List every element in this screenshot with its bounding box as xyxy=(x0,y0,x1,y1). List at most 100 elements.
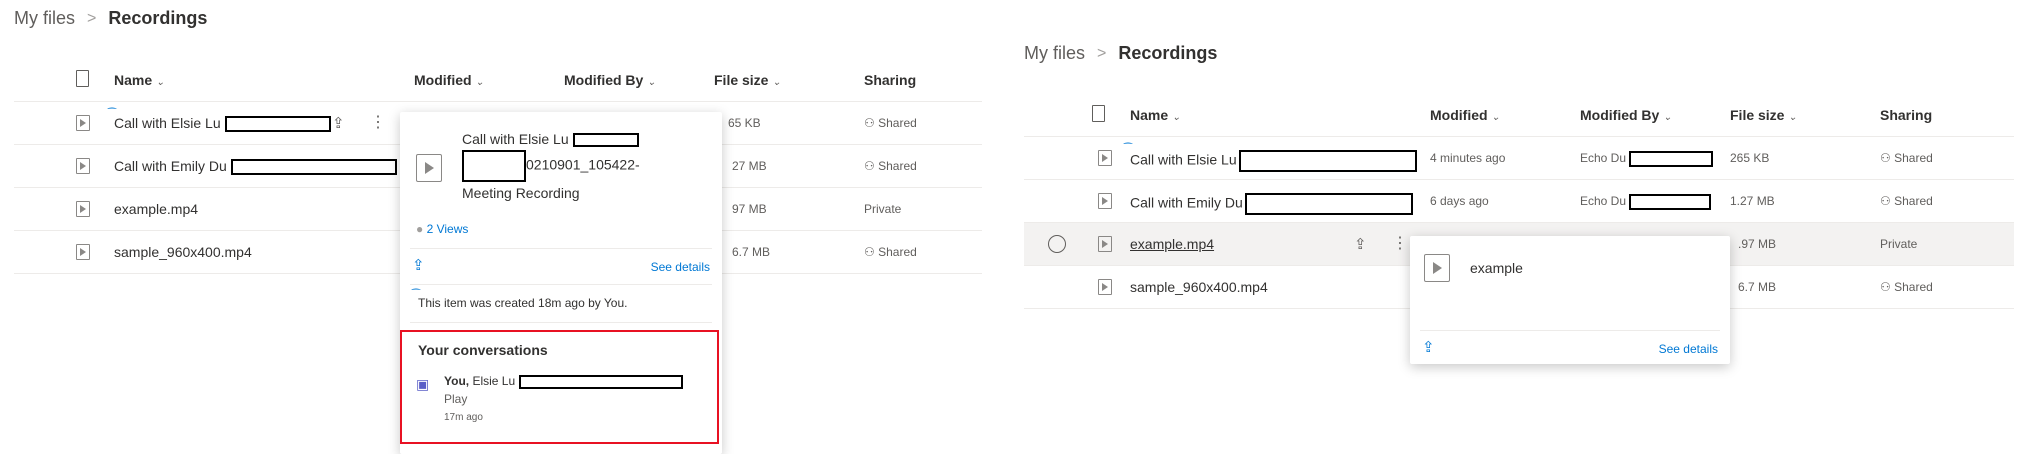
hovercard-title[interactable]: example xyxy=(1470,260,1523,276)
sharing-status: Private xyxy=(864,202,902,216)
breadcrumb-root[interactable]: My files xyxy=(1024,43,1085,64)
see-details-link[interactable]: See details xyxy=(651,260,710,274)
column-sharing[interactable]: Sharing xyxy=(864,72,916,88)
file-size: 27 MB xyxy=(732,159,767,173)
file-name[interactable]: example.mp4 xyxy=(1130,236,1214,252)
conversations-heading: Your conversations xyxy=(418,342,548,358)
views-link[interactable]: ● 2 Views xyxy=(416,222,468,236)
file-hovercard: example ⇪ See details xyxy=(1410,236,1730,364)
file-size: 97 MB xyxy=(732,202,767,216)
breadcrumb-current: Recordings xyxy=(108,8,208,28)
chevron-down-icon: ⌄ xyxy=(1663,112,1672,123)
shared-status: ⚇ Shared xyxy=(864,159,917,173)
shared-status: ⚇ Shared xyxy=(1880,151,1933,165)
redaction-box xyxy=(1629,151,1714,167)
column-file-size[interactable]: File size ⌄ xyxy=(1730,107,1797,123)
column-modified[interactable]: Modified ⌄ xyxy=(1430,107,1500,123)
breadcrumb-separator: > xyxy=(87,9,97,27)
column-modified-by[interactable]: Modified By ⌄ xyxy=(564,72,656,88)
redaction-box xyxy=(1244,193,1413,215)
file-size: 1.27 MB xyxy=(1730,194,1775,208)
redaction-box xyxy=(462,150,526,182)
more-options-icon[interactable]: ⋮ xyxy=(370,112,386,132)
video-file-icon xyxy=(76,201,90,217)
file-name[interactable]: Call with Emily Du xyxy=(114,158,397,176)
right-pane: My files > Recordings Name ⌄ Modified ⌄ Mo… xyxy=(1010,0,2032,454)
breadcrumb-current: Recordings xyxy=(1118,43,1218,63)
hovercard-title[interactable]: Call with Elsie Lu 0210901_105422- Meeti… xyxy=(462,128,712,204)
file-size: 265 KB xyxy=(1730,151,1770,165)
shared-status: ⚇ Shared xyxy=(864,116,917,130)
chevron-down-icon: ⌄ xyxy=(475,77,484,88)
video-file-icon xyxy=(76,115,90,131)
breadcrumb-root[interactable]: My files xyxy=(14,8,75,29)
share-icon[interactable]: ⇪ xyxy=(412,256,425,274)
video-file-icon xyxy=(1424,254,1450,282)
conversations-section: Your conversations ▣ You, Elsie Lu Play … xyxy=(400,330,719,444)
share-icon[interactable]: ⇪ xyxy=(332,114,345,132)
column-name[interactable]: Name ⌄ xyxy=(114,72,165,88)
video-file-icon xyxy=(1098,193,1112,209)
breadcrumb-separator: > xyxy=(1097,44,1107,62)
redaction-box xyxy=(230,159,397,176)
redaction-box xyxy=(1238,150,1417,172)
sharing-status: Private xyxy=(1880,237,1918,251)
column-modified[interactable]: Modified ⌄ xyxy=(414,72,484,88)
video-file-icon xyxy=(416,154,442,182)
column-header-row: Name ⌄ Modified ⌄ Modified By ⌄ File size ⌄ … xyxy=(1024,93,2014,137)
file-name[interactable]: example.mp4 xyxy=(114,201,198,217)
chevron-down-icon: ⌄ xyxy=(1491,112,1500,123)
video-file-icon xyxy=(76,244,90,260)
file-name[interactable]: sample_960x400.mp4 xyxy=(1130,279,1268,295)
file-size: .97 MB xyxy=(1738,237,1777,251)
column-header-row: Name ⌄ Modified ⌄ Modified By ⌄ File size ⌄ … xyxy=(14,58,982,102)
column-file-size[interactable]: File size ⌄ xyxy=(714,72,781,88)
modified-by: Echo Du xyxy=(1580,194,1712,210)
activity-text: This item was created 18m ago by You. xyxy=(418,296,628,310)
conversation-action: Play xyxy=(444,392,468,406)
redaction-box xyxy=(224,116,331,133)
chevron-down-icon: ⌄ xyxy=(1788,112,1797,123)
chevron-down-icon: ⌄ xyxy=(772,77,781,88)
chevron-down-icon: ⌄ xyxy=(156,77,165,88)
file-name[interactable]: Call with Emily Du xyxy=(1130,193,1413,215)
file-name[interactable]: Call with Elsie Lu xyxy=(114,115,331,133)
file-name[interactable]: Call with Elsie Lu xyxy=(1130,150,1417,172)
conversation-participants[interactable]: You, Elsie Lu xyxy=(444,374,683,389)
divider xyxy=(410,284,712,285)
see-details-link[interactable]: See details xyxy=(1659,342,1718,356)
column-sharing[interactable]: Sharing xyxy=(1880,107,1932,123)
file-size: 6.7 MB xyxy=(732,245,771,259)
column-modified-by[interactable]: Modified By ⌄ xyxy=(1580,107,1672,123)
person-icon: ● xyxy=(416,222,424,236)
table-row[interactable]: Call with Emily Du 6 days ago Echo Du 1.… xyxy=(1024,180,2014,223)
more-options-icon[interactable]: ⋮ xyxy=(1392,233,1408,253)
chevron-down-icon: ⌄ xyxy=(1172,112,1181,123)
video-file-icon xyxy=(1098,279,1112,295)
row-select-checkbox[interactable] xyxy=(1048,235,1066,253)
chevron-down-icon: ⌄ xyxy=(647,77,656,88)
share-icon[interactable]: ⇪ xyxy=(1422,338,1435,356)
column-name[interactable]: Name ⌄ xyxy=(1130,107,1181,123)
divider xyxy=(1420,330,1720,331)
file-size: 6.7 MB xyxy=(1738,280,1777,294)
redaction-box xyxy=(518,374,683,389)
redaction-box xyxy=(572,133,639,148)
redaction-box xyxy=(1629,194,1712,210)
shared-status: ⚇ Shared xyxy=(1880,194,1933,208)
table-row[interactable]: ⁀ Call with Elsie Lu 4 minutes ago Echo … xyxy=(1024,137,2014,180)
video-file-icon xyxy=(76,158,90,174)
video-file-icon xyxy=(1098,150,1112,166)
file-type-icon xyxy=(1092,105,1105,122)
share-icon[interactable]: ⇪ xyxy=(1354,235,1367,253)
modified-time: 6 days ago xyxy=(1430,194,1489,208)
breadcrumb: My files > Recordings xyxy=(1024,43,1217,64)
teams-icon: ▣ xyxy=(416,376,430,392)
breadcrumb: My files > Recordings xyxy=(14,8,207,29)
file-type-icon xyxy=(76,70,89,87)
file-hovercard: Call with Elsie Lu 0210901_105422- Meeti… xyxy=(400,112,722,454)
shared-status: ⚇ Shared xyxy=(1880,280,1933,294)
file-name[interactable]: sample_960x400.mp4 xyxy=(114,244,252,260)
modified-by: Echo Du xyxy=(1580,151,1714,167)
conversation-time: 17m ago xyxy=(444,412,483,423)
